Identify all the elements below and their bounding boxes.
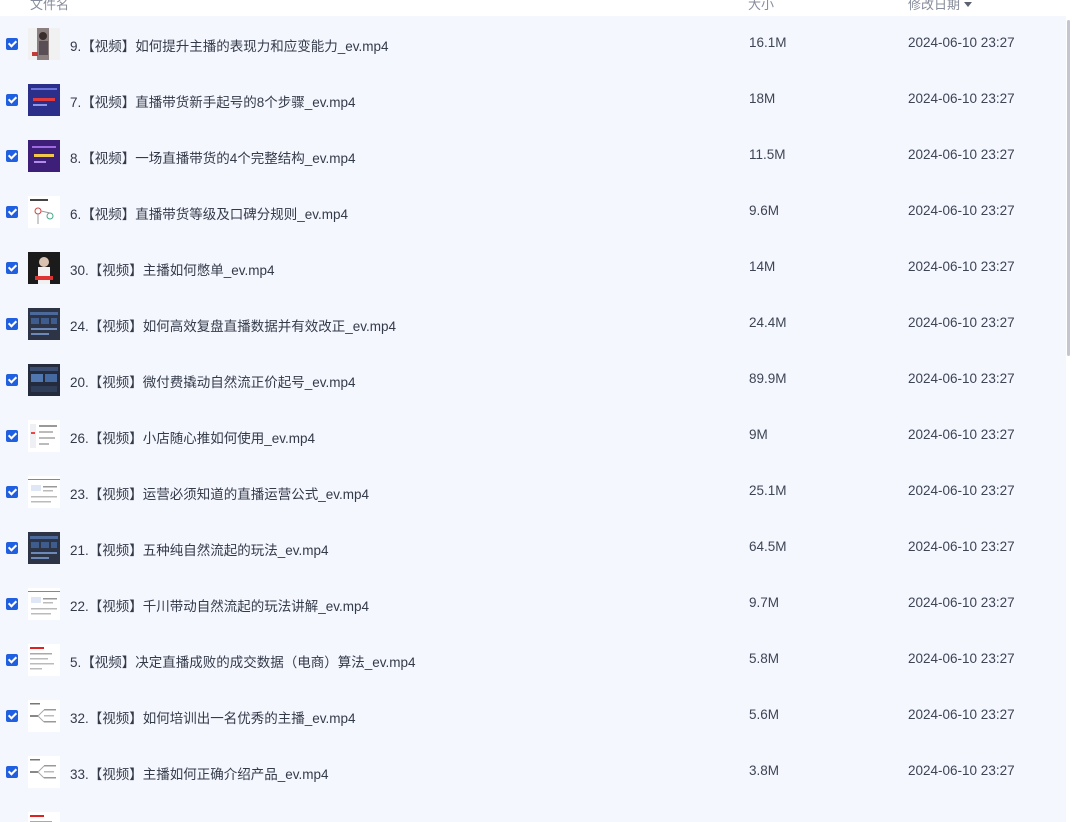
video-thumbnail	[28, 140, 60, 172]
file-size: 18M	[749, 91, 776, 106]
file-row[interactable]: 30.【视频】主播如何憋单_ev.mp4 14M 2024-06-10 23:2…	[0, 240, 1066, 296]
file-size: 9.6M	[749, 203, 780, 218]
file-size: 24.4M	[749, 315, 787, 330]
row-checkbox[interactable]	[6, 94, 18, 106]
file-modified-date: 2024-06-10 23:27	[908, 259, 1015, 274]
file-modified-date: 2024-06-10 23:27	[908, 539, 1015, 554]
row-checkbox[interactable]	[6, 766, 18, 778]
file-name[interactable]: 23.【视频】运营必须知道的直播运营公式_ev.mp4	[70, 483, 369, 503]
file-row[interactable]: 20.【视频】微付费撬动自然流正价起号_ev.mp4 89.9M 2024-06…	[0, 352, 1066, 408]
file-name[interactable]: 6.【视频】直播带货等级及口碑分规则_ev.mp4	[70, 203, 348, 223]
file-name[interactable]: 20.【视频】微付费撬动自然流正价起号_ev.mp4	[70, 371, 356, 391]
file-name[interactable]: 26.【视频】小店随心推如何使用_ev.mp4	[70, 427, 315, 447]
video-thumbnail	[28, 476, 60, 508]
file-row[interactable]: 7.【视频】直播带货新手起号的8个步骤_ev.mp4 18M 2024-06-1…	[0, 72, 1066, 128]
file-size: 64.5M	[749, 539, 787, 554]
row-checkbox[interactable]	[6, 430, 18, 442]
file-name[interactable]: 9.【视频】如何提升主播的表现力和应变能力_ev.mp4	[70, 35, 389, 55]
file-name[interactable]: 32.【视频】如何培训出一名优秀的主播_ev.mp4	[70, 707, 356, 727]
row-checkbox[interactable]	[6, 486, 18, 498]
video-thumbnail	[28, 84, 60, 116]
video-thumbnail	[28, 644, 60, 676]
file-row[interactable]: 6.【视频】直播带货等级及口碑分规则_ev.mp4 9.6M 2024-06-1…	[0, 184, 1066, 240]
file-size: 25.1M	[749, 483, 787, 498]
video-thumbnail	[28, 28, 60, 60]
file-row[interactable]: 24.【视频】如何高效复盘直播数据并有效改正_ev.mp4 24.4M 2024…	[0, 296, 1066, 352]
column-header-date[interactable]: 修改日期	[908, 0, 973, 13]
row-checkbox[interactable]	[6, 542, 18, 554]
list-header: 文件名 大小 修改日期	[0, 0, 1066, 16]
video-thumbnail	[28, 364, 60, 396]
file-row[interactable]: 32.【视频】如何培训出一名优秀的主播_ev.mp4 5.6M 2024-06-…	[0, 688, 1066, 744]
column-header-size-label: 大小	[748, 0, 775, 12]
row-checkbox[interactable]	[6, 150, 18, 162]
file-row[interactable]: 5.【视频】决定直播成败的成交数据（电商）算法_ev.mp4 5.8M 2024…	[0, 632, 1066, 688]
file-size: 9.7M	[749, 595, 780, 610]
file-modified-date: 2024-06-10 23:27	[908, 35, 1015, 50]
file-size: 9M	[749, 427, 768, 442]
file-row[interactable]: 8.【视频】一场直播带货的4个完整结构_ev.mp4 11.5M 2024-06…	[0, 128, 1066, 184]
row-checkbox[interactable]	[6, 318, 18, 330]
video-thumbnail	[28, 420, 60, 452]
file-modified-date: 2024-06-10 23:27	[908, 203, 1015, 218]
file-modified-date: 2024-06-10 23:27	[908, 763, 1015, 778]
row-checkbox[interactable]	[6, 598, 18, 610]
column-header-date-label: 修改日期	[908, 0, 961, 12]
file-modified-date: 2024-06-10 23:27	[908, 427, 1015, 442]
file-list: 9.【视频】如何提升主播的表现力和应变能力_ev.mp4 16.1M 2024-…	[0, 16, 1066, 822]
file-row[interactable]: 9.【视频】如何提升主播的表现力和应变能力_ev.mp4 16.1M 2024-…	[0, 16, 1066, 72]
file-size: 3.8M	[749, 763, 780, 778]
file-name[interactable]: 21.【视频】五种纯自然流起的玩法_ev.mp4	[70, 539, 329, 559]
scrollbar-thumb[interactable]	[1067, 20, 1070, 356]
file-name[interactable]: 7.【视频】直播带货新手起号的8个步骤_ev.mp4	[70, 91, 356, 111]
file-name[interactable]: 22.【视频】千川带动自然流起的玩法讲解_ev.mp4	[70, 595, 369, 615]
video-thumbnail	[28, 700, 60, 732]
file-modified-date: 2024-06-10 23:27	[908, 651, 1015, 666]
video-thumbnail	[28, 196, 60, 228]
column-header-name[interactable]: 文件名	[30, 0, 69, 13]
file-row[interactable]	[0, 800, 1066, 822]
video-thumbnail	[28, 588, 60, 620]
file-size: 11.5M	[749, 147, 786, 162]
file-row[interactable]: 26.【视频】小店随心推如何使用_ev.mp4 9M 2024-06-10 23…	[0, 408, 1066, 464]
file-modified-date: 2024-06-10 23:27	[908, 147, 1015, 162]
file-name[interactable]: 8.【视频】一场直播带货的4个完整结构_ev.mp4	[70, 147, 356, 167]
file-size: 14M	[749, 259, 776, 274]
video-thumbnail	[28, 812, 60, 822]
file-list-page: 文件名 大小 修改日期 9.【视频】如何提升主播的表现力和应变能力_ev.mp4…	[0, 0, 1072, 822]
video-thumbnail	[28, 756, 60, 788]
file-modified-date: 2024-06-10 23:27	[908, 315, 1015, 330]
row-checkbox[interactable]	[6, 374, 18, 386]
video-thumbnail	[28, 252, 60, 284]
file-modified-date: 2024-06-10 23:27	[908, 91, 1015, 106]
file-modified-date: 2024-06-10 23:27	[908, 595, 1015, 610]
column-header-name-label: 文件名	[30, 0, 70, 12]
row-checkbox[interactable]	[6, 38, 18, 50]
column-header-size[interactable]: 大小	[748, 0, 774, 13]
file-row[interactable]: 21.【视频】五种纯自然流起的玩法_ev.mp4 64.5M 2024-06-1…	[0, 520, 1066, 576]
video-thumbnail	[28, 308, 60, 340]
file-row[interactable]: 23.【视频】运营必须知道的直播运营公式_ev.mp4 25.1M 2024-0…	[0, 464, 1066, 520]
file-name[interactable]: 30.【视频】主播如何憋单_ev.mp4	[70, 259, 275, 279]
caret-down-icon[interactable]	[964, 2, 973, 7]
file-name[interactable]: 33.【视频】主播如何正确介绍产品_ev.mp4	[70, 763, 329, 783]
row-checkbox[interactable]	[6, 654, 18, 666]
file-size: 89.9M	[749, 371, 787, 386]
file-size: 5.8M	[749, 651, 780, 666]
file-modified-date: 2024-06-10 23:27	[908, 371, 1015, 386]
file-name[interactable]: 24.【视频】如何高效复盘直播数据并有效改正_ev.mp4	[70, 315, 396, 335]
file-size: 5.6M	[749, 707, 780, 722]
row-checkbox[interactable]	[6, 710, 18, 722]
video-thumbnail	[28, 532, 60, 564]
file-modified-date: 2024-06-10 23:27	[908, 707, 1015, 722]
file-name[interactable]: 5.【视频】决定直播成败的成交数据（电商）算法_ev.mp4	[70, 651, 416, 671]
scrollbar[interactable]	[1066, 0, 1072, 822]
file-size: 16.1M	[749, 35, 787, 50]
file-row[interactable]: 33.【视频】主播如何正确介绍产品_ev.mp4 3.8M 2024-06-10…	[0, 744, 1066, 800]
row-checkbox[interactable]	[6, 206, 18, 218]
file-modified-date: 2024-06-10 23:27	[908, 483, 1015, 498]
row-checkbox[interactable]	[6, 262, 18, 274]
file-row[interactable]: 22.【视频】千川带动自然流起的玩法讲解_ev.mp4 9.7M 2024-06…	[0, 576, 1066, 632]
